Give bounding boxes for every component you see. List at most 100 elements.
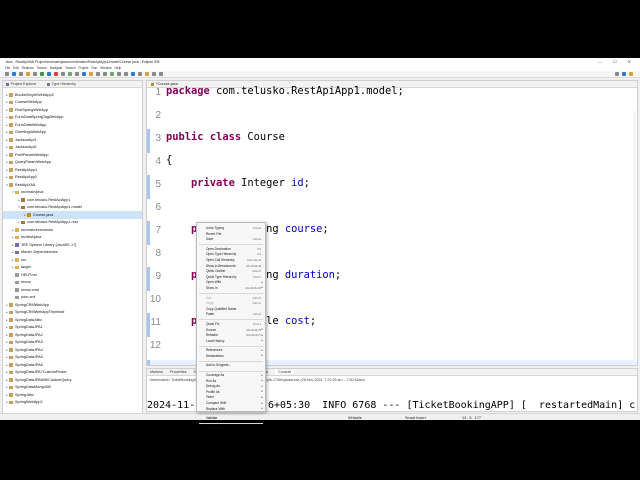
tree-item[interactable]: ▸ SpringDataJPA1 xyxy=(3,324,142,332)
tree-item-label: CourseWebApp xyxy=(15,100,42,105)
context-menu-item-replace-with[interactable]: Replace With ▸ xyxy=(197,406,265,413)
project-icon xyxy=(9,153,13,157)
menu-file[interactable]: File xyxy=(5,66,10,70)
tab-properties[interactable]: Properties xyxy=(170,370,186,374)
tree-item[interactable]: ▸ src xyxy=(3,256,142,264)
context-menu-item-show-in[interactable]: Show In Alt+Shift+W ▸ xyxy=(197,285,265,292)
tree-item[interactable]: ▸ com.telusko.RestApiApp1.rest xyxy=(3,219,142,227)
menu-edit[interactable]: Edit xyxy=(13,66,19,70)
tree-item[interactable]: ▸ PathParamWebApp xyxy=(3,151,142,159)
tree-item[interactable]: ▸ RestApiApp1 xyxy=(3,166,142,174)
context-menu-item-add-to-snippets[interactable]: Add to Snippets... xyxy=(197,363,265,369)
tree-item[interactable]: ▸ BooksSimpleWebApp2 xyxy=(3,91,142,99)
perspective-icon[interactable] xyxy=(615,72,619,76)
toolbar-button-icon[interactable] xyxy=(96,72,100,76)
tree-item[interactable]: ▾ RestApiXML xyxy=(3,181,142,189)
tree-item[interactable]: ▸ JRE System Library [JavaSE-17] xyxy=(3,241,142,249)
tree-item[interactable]: ▸ Maven Dependencies xyxy=(3,249,142,257)
tree-item[interactable]: ▸ FormDataWebApp xyxy=(3,121,142,129)
context-menu-item-preferences[interactable]: Preferences... xyxy=(197,426,265,432)
toolbar-button-icon[interactable] xyxy=(159,72,163,76)
menu-help[interactable]: Help xyxy=(115,66,122,70)
menu-project[interactable]: Project xyxy=(79,66,89,70)
tree-item[interactable]: ▸ SpringDataMongoDB xyxy=(3,384,142,392)
tree-item[interactable]: ▸ GreetingsWebApp xyxy=(3,129,142,137)
toolbar-button-icon[interactable] xyxy=(47,72,51,76)
tree-item[interactable]: ▾ src/main/java xyxy=(3,189,142,197)
tree-item[interactable]: ▸ SpringDataJdbc xyxy=(3,316,142,324)
tree-item[interactable]: ▸ CourseWebApp xyxy=(3,99,142,107)
tree-item[interactable]: ▸ SpringDataJPA2 xyxy=(3,331,142,339)
tree-item[interactable]: ▸ SpringDataJPA7CustomFinder xyxy=(3,369,142,377)
tree-item[interactable]: ▸ SpringDataJPAWithCustomQuery xyxy=(3,376,142,384)
tree-item[interactable]: ▸ SpringJdbc xyxy=(3,391,142,399)
tree-item[interactable]: ▸ target xyxy=(3,264,142,272)
toolbar-button-icon[interactable] xyxy=(89,72,93,76)
toolbar-button-icon[interactable] xyxy=(75,72,79,76)
tree-item[interactable]: ▸ SpringDataJPA4 xyxy=(3,346,142,354)
tree-item[interactable]: ▸ JacksonApi1 xyxy=(3,136,142,144)
context-menu-item-paste[interactable]: Paste Ctrl+V xyxy=(197,312,265,318)
status-cursor-position: 13 : 5 : 177 xyxy=(462,415,481,420)
tab-project-explorer[interactable]: Project Explorer xyxy=(6,82,37,86)
perspective-icon[interactable] xyxy=(622,72,626,76)
tree-item[interactable]: ▸ com.telusko.RestApiApp1 xyxy=(3,196,142,204)
toolbar-button-icon[interactable] xyxy=(54,72,58,76)
tab-markers[interactable]: Markers xyxy=(150,370,163,374)
context-menu-item-declarations[interactable]: Declarations ▸ xyxy=(197,353,265,360)
window-controls[interactable]: — ☐ ✕ xyxy=(598,59,636,64)
context-menu-item-local-history[interactable]: Local History ▸ xyxy=(197,338,265,345)
tree-item[interactable]: ▸ Course.java xyxy=(3,211,142,219)
toolbar-button-icon[interactable] xyxy=(124,72,128,76)
toolbar-button-icon[interactable] xyxy=(131,72,135,76)
tree-item[interactable]: ▾ com.telusko.RestApiApp1.model xyxy=(3,204,142,212)
toolbar-button-icon[interactable] xyxy=(12,72,16,76)
toolbar-button-icon[interactable] xyxy=(26,72,30,76)
tree-item[interactable]: ▸ RestApiApp2 xyxy=(3,174,142,182)
context-menu-item-validate[interactable]: Validate xyxy=(197,416,265,422)
menu-item-label: Show In xyxy=(206,285,218,290)
menu-navigate[interactable]: Navigate xyxy=(50,66,63,70)
tree-item[interactable]: ▸ SpringDataJPA5 xyxy=(3,354,142,362)
toolbar-button-icon[interactable] xyxy=(82,72,86,76)
tab-type-hierarchy[interactable]: Type Hierarchy xyxy=(46,82,76,86)
toolbar-button-icon[interactable] xyxy=(103,72,107,76)
toolbar-button-icon[interactable] xyxy=(61,72,65,76)
toolbar-button-icon[interactable] xyxy=(152,72,156,76)
tree-item[interactable]: mvnw.cmd xyxy=(3,286,142,294)
toolbar-button-icon[interactable] xyxy=(5,72,9,76)
tree-item[interactable]: ▸ QueryParamWebApp xyxy=(3,159,142,167)
toolbar-button-icon[interactable] xyxy=(19,72,23,76)
tree-item[interactable]: ▸ FormDataSpringTagWebApp xyxy=(3,114,142,122)
menu-search[interactable]: Search xyxy=(65,66,75,70)
menu-refactor[interactable]: Refactor xyxy=(22,66,34,70)
tree-item[interactable]: ▸ SpringWebApp2 xyxy=(3,399,142,407)
toolbar-button-icon[interactable] xyxy=(117,72,121,76)
tree-item-label: SpringDataJPA2 xyxy=(15,332,43,337)
editor-scrollbar[interactable] xyxy=(633,111,636,361)
menu-source[interactable]: Source xyxy=(37,66,47,70)
toolbar-button-icon[interactable] xyxy=(145,72,149,76)
toolbar-button-icon[interactable] xyxy=(33,72,37,76)
tree-item[interactable]: ▸ SpringDataJPA3 xyxy=(3,339,142,347)
tab-label: Type Hierarchy xyxy=(51,82,76,86)
toolbar-button-icon[interactable] xyxy=(40,72,44,76)
toolbar-button-icon[interactable] xyxy=(110,72,114,76)
tree-item[interactable]: ▸ SpringCRMWebappThymleaf xyxy=(3,309,142,317)
toolbar-button-icon[interactable] xyxy=(68,72,72,76)
tree-item[interactable]: ▸ JacksonApi2 xyxy=(3,144,142,152)
tree-item[interactable]: ▸ SpringCRMWebApp xyxy=(3,301,142,309)
tree-item[interactable]: mvnw xyxy=(3,279,142,287)
tree-item[interactable]: ▸ src/test/java xyxy=(3,234,142,242)
tree-item[interactable]: ▸ src/main/resources xyxy=(3,226,142,234)
tree-item[interactable]: pom.xml xyxy=(3,294,142,302)
tree-item[interactable]: HELP.md xyxy=(3,271,142,279)
menu-run[interactable]: Run xyxy=(91,66,97,70)
toolbar-button-icon[interactable] xyxy=(138,72,142,76)
menu-window[interactable]: Window xyxy=(100,66,111,70)
tree-item[interactable]: ▸ FirstSpringWebApp xyxy=(3,106,142,114)
tree-item[interactable]: ▸ SpringDataJPA6 xyxy=(3,361,142,369)
tab-console[interactable]: Console xyxy=(275,370,295,374)
context-menu-item-save[interactable]: Save Ctrl+S xyxy=(197,237,265,243)
perspective-icon[interactable] xyxy=(629,72,633,76)
